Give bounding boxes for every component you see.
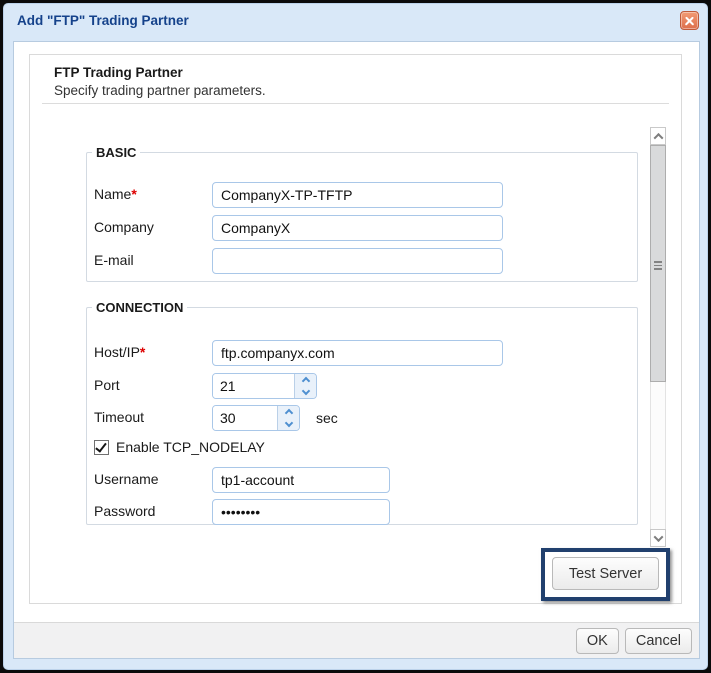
- host-label: Host/IP*: [94, 340, 212, 360]
- tcp-nodelay-checkbox[interactable]: [94, 440, 109, 455]
- password-label: Password: [94, 499, 212, 519]
- close-icon: [684, 15, 695, 26]
- port-label: Port: [94, 373, 212, 393]
- username-label: Username: [94, 467, 212, 487]
- screenshot-root: Add "FTP" Trading Partner FTP Trading Pa…: [0, 0, 711, 673]
- timeout-row: Timeout sec: [94, 405, 338, 431]
- wizard-title: FTP Trading Partner: [54, 65, 183, 80]
- host-row: Host/IP*: [94, 340, 503, 366]
- port-spin-up-icon[interactable]: [301, 377, 309, 385]
- test-server-highlight-box: Test Server: [541, 548, 670, 601]
- required-marker: *: [131, 186, 136, 202]
- required-marker: *: [140, 344, 145, 360]
- password-input[interactable]: [212, 499, 390, 525]
- check-icon: [95, 440, 107, 452]
- password-row: Password: [94, 499, 390, 525]
- dialog-window: Add "FTP" Trading Partner FTP Trading Pa…: [3, 3, 708, 670]
- connection-section: CONNECTION Host/IP* Port: [86, 300, 638, 525]
- ok-button[interactable]: OK: [576, 628, 619, 654]
- port-spinner: [212, 373, 317, 399]
- port-spinner-buttons: [294, 374, 316, 398]
- port-row: Port: [94, 373, 317, 399]
- wizard-panel: FTP Trading Partner Specify trading part…: [29, 54, 682, 604]
- email-input[interactable]: [212, 248, 503, 274]
- cancel-button[interactable]: Cancel: [625, 628, 692, 654]
- dialog-body: FTP Trading Partner Specify trading part…: [13, 41, 700, 659]
- name-label: Name*: [94, 182, 212, 202]
- company-row: Company: [94, 215, 503, 241]
- basic-legend: BASIC: [92, 145, 140, 160]
- basic-section: BASIC Name* Company E-mail: [86, 145, 638, 282]
- dialog-footer: OK Cancel: [14, 622, 699, 658]
- host-input[interactable]: [212, 340, 503, 366]
- close-button[interactable]: [680, 11, 699, 30]
- timeout-spin-down-icon[interactable]: [284, 419, 292, 427]
- chevron-up-icon: [653, 132, 663, 142]
- company-input[interactable]: [212, 215, 503, 241]
- company-label: Company: [94, 215, 212, 235]
- username-row: Username: [94, 467, 390, 493]
- name-row: Name*: [94, 182, 503, 208]
- email-row: E-mail: [94, 248, 503, 274]
- wizard-subtitle: Specify trading partner parameters.: [54, 83, 266, 98]
- tcp-nodelay-label: Enable TCP_NODELAY: [116, 439, 265, 455]
- name-input[interactable]: [212, 182, 503, 208]
- email-label: E-mail: [94, 248, 212, 268]
- scrollbar-thumb[interactable]: [650, 145, 666, 382]
- timeout-label: Timeout: [94, 405, 212, 425]
- timeout-unit-label: sec: [316, 405, 338, 426]
- scrollbar-down-button[interactable]: [650, 529, 666, 547]
- dialog-title: Add "FTP" Trading Partner: [17, 13, 189, 28]
- timeout-spinner: [212, 405, 300, 431]
- header-divider: [42, 103, 669, 104]
- chevron-down-icon: [653, 532, 663, 542]
- timeout-spinner-buttons: [277, 406, 299, 430]
- scrollbar-grip-icon: [654, 261, 662, 272]
- scrollbar-up-button[interactable]: [650, 127, 666, 145]
- test-server-button[interactable]: Test Server: [552, 557, 659, 590]
- connection-legend: CONNECTION: [92, 300, 187, 315]
- timeout-input[interactable]: [213, 406, 277, 430]
- timeout-spin-up-icon[interactable]: [284, 409, 292, 417]
- vertical-scrollbar: [650, 127, 666, 547]
- tcp-nodelay-checkbox-row[interactable]: Enable TCP_NODELAY: [94, 439, 265, 455]
- username-input[interactable]: [212, 467, 390, 493]
- port-input[interactable]: [213, 374, 294, 398]
- port-spin-down-icon[interactable]: [301, 387, 309, 395]
